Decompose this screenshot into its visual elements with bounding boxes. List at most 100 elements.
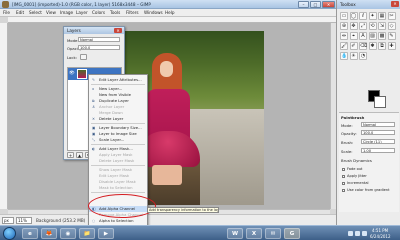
background-color-swatch[interactable] — [374, 96, 386, 108]
blend-tool-icon[interactable]: ▩ — [378, 32, 386, 40]
taskbar-mail-icon[interactable]: ✉ — [265, 228, 281, 239]
menu-windows[interactable]: Windows — [144, 10, 163, 15]
clock-date[interactable]: 6/24/2012 — [370, 234, 391, 239]
clone-tool-icon[interactable]: ⧉ — [378, 42, 386, 50]
tool-options-panel: Paintbrush Mode: Normal Opacity: 100.0 B… — [339, 112, 399, 212]
scale-field[interactable]: 1.00 — [361, 148, 395, 153]
tool-mode-select[interactable]: Normal — [361, 122, 395, 127]
maximize-button[interactable]: □ — [310, 1, 321, 8]
minimize-button[interactable]: – — [298, 1, 309, 8]
unit-select[interactable]: px — [2, 217, 14, 224]
flip-tool-icon[interactable]: ⌖ — [349, 32, 358, 40]
taskbar-firefox-icon[interactable]: 🦊 — [41, 228, 57, 239]
layers-title: Layers — [67, 28, 81, 33]
menu-delete-layer-mask[interactable]: Delete Layer Mask — [89, 158, 147, 164]
checkbox-box — [342, 181, 345, 185]
apply-jitter-checkbox[interactable]: Apply Jitter — [342, 174, 367, 178]
menu-item-label: Mask to Selection — [99, 185, 133, 190]
ellipse-select-tool-icon[interactable]: ◯ — [349, 12, 358, 20]
menu-select[interactable]: Select — [29, 10, 42, 15]
perspective-tool-icon[interactable]: ⇹ — [340, 32, 348, 40]
vertical-ruler[interactable] — [0, 23, 8, 209]
menu-item-label: Edit Layer Attributes... — [99, 77, 142, 82]
menu-view[interactable]: View — [46, 10, 56, 15]
menu-edit[interactable]: Edit — [16, 10, 24, 15]
close-button[interactable]: ✕ — [322, 1, 335, 8]
menu-image[interactable]: Image — [60, 10, 73, 15]
menu-item-label: Duplicate Layer — [99, 98, 129, 103]
layers-close-button[interactable]: ✕ — [114, 28, 122, 33]
toolbox-window: Toolbox ✕ ▭ ◯ ℓ ✦ ▦ ✂ ⊕ ✥ ⤢ ⟲ ⇲ ◇ ⇹ ⌖ A ▨ ▩ ✎ 🖌 ✐ ⌫ ✱ ⧉ ✚ 💧 ☀ ◔ Pa… — [336, 0, 400, 225]
rect-select-tool-icon[interactable]: ▭ — [340, 12, 348, 20]
menu-bar: File Edit Select View Image Layer Colors… — [0, 9, 336, 17]
text-tool-icon[interactable]: A — [359, 32, 367, 40]
brush-select[interactable]: Circle (11) — [361, 139, 395, 144]
smudge-tool-icon[interactable]: 💧 — [340, 52, 348, 60]
raise-layer-button[interactable]: ▲ — [76, 152, 83, 158]
mode-select[interactable]: Normal — [78, 37, 120, 42]
checkbox-box — [342, 188, 345, 192]
taskbar-chrome-icon[interactable]: ◉ — [60, 228, 76, 239]
menu-file[interactable]: File — [3, 10, 10, 15]
taskbar-media-icon[interactable]: ▶ — [98, 228, 114, 239]
menu-edit-layer-attributes[interactable]: ✎ Edit Layer Attributes... — [89, 77, 147, 83]
color-select-tool-icon[interactable]: ▦ — [378, 12, 386, 20]
taskbar-excel-icon[interactable]: X — [246, 228, 262, 239]
menu-colors[interactable]: Colors — [92, 10, 105, 15]
menu-help[interactable]: Help — [165, 10, 175, 15]
menu-alpha-to-selection[interactable]: ◌ Alpha to Selection — [89, 218, 147, 224]
network-icon[interactable] — [348, 231, 353, 236]
volume-icon[interactable] — [355, 231, 360, 236]
airbrush-tool-icon[interactable]: ✐ — [349, 42, 358, 50]
toolbox-close-button[interactable]: ✕ — [391, 1, 399, 7]
color-picker-tool-icon[interactable]: ◔ — [359, 52, 367, 60]
eraser-tool-icon[interactable]: ⌫ — [359, 42, 367, 50]
taskbar-gimp-icon[interactable]: G — [284, 228, 300, 239]
paintbrush-tool-icon[interactable]: 🖌 — [340, 42, 348, 50]
scissors-select-tool-icon[interactable]: ✂ — [387, 12, 396, 20]
taskbar-ie-icon[interactable]: e — [22, 228, 38, 239]
menu-item-label: Add Layer Mask... — [99, 146, 133, 151]
incremental-checkbox[interactable]: Incremental — [342, 181, 369, 185]
scale-label: Scale: — [341, 149, 353, 154]
menu-tools[interactable]: Tools — [110, 10, 120, 15]
align-tool-icon[interactable]: ⤢ — [359, 22, 367, 30]
move-tool-icon[interactable]: ✥ — [349, 22, 358, 30]
taskbar-word-icon[interactable]: W — [227, 228, 243, 239]
zoom-select[interactable]: 11% — [16, 217, 32, 224]
tool-opacity-field[interactable]: 100.0 — [361, 130, 395, 135]
windows-taskbar: e 🦊 ◉ 📁 ▶ W X ✉ G 4:51 PM 6/24/2012 — [0, 225, 400, 240]
menu-layer[interactable]: Layer — [76, 10, 88, 15]
gradient-color-checkbox[interactable]: Use color from gradient — [342, 188, 390, 192]
clock-time[interactable]: 4:51 PM — [372, 228, 388, 233]
bucket-fill-tool-icon[interactable]: ▨ — [368, 32, 377, 40]
scale-tool-icon[interactable]: ⇲ — [378, 22, 386, 30]
visibility-eye-icon[interactable]: 👁 — [69, 71, 75, 76]
heal-tool-icon[interactable]: ✚ — [387, 42, 396, 50]
menu-scale-layer[interactable]: ⤡ Scale Layer... — [89, 137, 147, 143]
fuzzy-select-tool-icon[interactable]: ✦ — [368, 12, 377, 20]
shear-tool-icon[interactable]: ◇ — [387, 22, 396, 30]
start-button[interactable] — [3, 227, 16, 240]
mode-label: Mode: — [67, 38, 79, 43]
rotate-tool-icon[interactable]: ⟲ — [368, 22, 377, 30]
taskbar-explorer-icon[interactable]: 📁 — [79, 228, 95, 239]
foreground-select-tool-icon[interactable]: ⊕ — [340, 22, 348, 30]
menu-item-label: Anchor Layer — [99, 104, 125, 109]
pencil-tool-icon[interactable]: ✎ — [387, 32, 396, 40]
flag-icon[interactable] — [362, 231, 367, 236]
new-layer-button[interactable]: + — [67, 152, 74, 158]
menu-item-label: Apply Layer Mask — [99, 152, 133, 157]
lock-pixels-toggle[interactable] — [80, 54, 87, 60]
free-select-tool-icon[interactable]: ℓ — [359, 12, 367, 20]
menu-item-label: Disable Layer Mask — [99, 179, 136, 184]
checkbox-label: Apply Jitter — [347, 174, 367, 178]
fade-out-checkbox[interactable]: Fade out — [342, 167, 362, 171]
dodge-burn-tool-icon[interactable]: ☀ — [349, 52, 358, 60]
lock-label: Lock: — [67, 55, 77, 60]
ink-tool-icon[interactable]: ✱ — [368, 42, 377, 50]
menu-filters[interactable]: Filters — [126, 10, 139, 15]
menu-delete-layer[interactable]: ✕ Delete Layer — [89, 116, 147, 122]
opacity-field[interactable]: 100.0 — [78, 45, 120, 50]
menu-mask-to-selection[interactable]: Mask to Selection — [89, 185, 147, 191]
